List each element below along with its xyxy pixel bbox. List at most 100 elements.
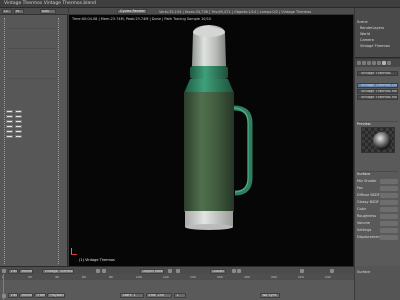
left-header-button-3[interactable]: Add — [40, 9, 56, 14]
object-tab-icon[interactable] — [372, 61, 376, 65]
window-title: Vintage Thermos Vintage Thermos.blend — [4, 1, 97, 6]
frame-tick: 220 — [298, 275, 304, 279]
left-header-button-1[interactable]: Lc — [2, 9, 12, 14]
thermos-neck-band — [190, 66, 228, 79]
snap-icon[interactable] — [300, 269, 304, 273]
frame-tick: 240 — [325, 275, 331, 279]
frame-tick: 180 — [244, 275, 250, 279]
thermos-render[interactable] — [69, 8, 354, 266]
end-frame-field[interactable]: End: 250 — [146, 293, 172, 298]
material-tab-icon[interactable] — [382, 61, 386, 65]
frame-menu[interactable]: Frame — [34, 293, 46, 298]
thumbnail[interactable] — [15, 125, 22, 128]
frame-tick: 160 — [217, 275, 223, 279]
frame-tick: 60 — [82, 275, 86, 279]
outliner-item[interactable]: Camera — [360, 38, 374, 43]
current-frame-field[interactable]: 1 — [174, 293, 186, 298]
frame-tick: 20 — [28, 275, 32, 279]
value-box[interactable] — [380, 235, 398, 240]
surface-section-header[interactable]: Surface — [357, 171, 398, 176]
sync-mode-dropdown[interactable]: No Sync — [260, 293, 280, 298]
editor-type-icon[interactable] — [2, 294, 6, 298]
view-menu[interactable]: View — [8, 268, 18, 274]
active-object-label: (1) Vintage Thermos — [79, 258, 115, 262]
property-field: Fac — [357, 186, 398, 191]
modifier-tab-icon[interactable] — [377, 61, 381, 65]
timeline-ruler[interactable]: 0 20 40 60 80 100 120 140 160 180 200 22… — [0, 274, 354, 280]
value-box[interactable] — [380, 193, 398, 198]
world-tab-icon[interactable] — [367, 61, 371, 65]
outliner-item[interactable]: RenderLayers — [360, 26, 384, 31]
preview-section-header[interactable]: Preview — [357, 121, 398, 126]
value-box[interactable] — [380, 214, 398, 219]
thumbnail[interactable] — [15, 110, 22, 113]
property-field: Roughness — [357, 214, 398, 219]
view-menu[interactable]: View — [8, 293, 18, 298]
marker-menu[interactable]: Marker — [19, 293, 33, 298]
thumbnail[interactable] — [15, 135, 22, 138]
render-preview-icon[interactable] — [330, 269, 334, 273]
value-box[interactable] — [380, 179, 398, 184]
shading-icon[interactable] — [168, 269, 172, 273]
window-titlebar: Vintage Thermos Vintage Thermos.blend — [0, 0, 400, 8]
frame-tick: 80 — [109, 275, 113, 279]
thumbnail[interactable] — [15, 120, 22, 123]
material-slot[interactable]: Vintage Thermos Hand — [357, 95, 398, 100]
property-field: Displacement — [357, 235, 398, 240]
3d-viewport[interactable]: Cycles Render Verts:35,194 | Faces:34,73… — [69, 8, 354, 266]
editor-type-icon[interactable] — [2, 269, 6, 273]
property-field: Diffuse BSDF — [357, 193, 398, 198]
value-box[interactable] — [380, 207, 398, 212]
view-icon[interactable] — [96, 269, 100, 273]
object-mode-dropdown[interactable]: Object Mode — [140, 268, 164, 274]
render-label[interactable]: Vintage Thermos — [42, 268, 74, 274]
thumbnail[interactable] — [6, 125, 13, 128]
thumbnail[interactable] — [15, 130, 22, 133]
value-box[interactable] — [380, 221, 398, 226]
property-field: Color — [357, 207, 398, 212]
axis-x-indicator — [71, 254, 77, 255]
selected-material-field[interactable]: Vintage Thermos — [357, 71, 398, 76]
playback-menu[interactable]: Playback — [47, 293, 65, 298]
left-panel-header: Lc M Add — [0, 8, 68, 15]
viewport-footer-bar: View Marker Vintage Thermos Object Mode … — [0, 266, 354, 274]
select-icon[interactable] — [102, 269, 106, 273]
divider — [8, 48, 56, 49]
left-header-button-2[interactable]: M — [14, 9, 24, 14]
value-box[interactable] — [380, 200, 398, 205]
outliner-item[interactable]: Scene — [357, 20, 368, 25]
value-box[interactable] — [380, 186, 398, 191]
thumbnail[interactable] — [6, 130, 13, 133]
pivot-icon[interactable] — [176, 269, 180, 273]
material-slot[interactable]: Vintage Thermos Green — [357, 83, 398, 88]
thermos-cap-top — [193, 27, 225, 37]
properties-panel-bottom: Surface — [355, 266, 400, 300]
outliner-item[interactable]: World — [360, 32, 370, 37]
material-preview — [361, 127, 395, 153]
property-field: Mix Shader — [357, 179, 398, 184]
thumbnail[interactable] — [6, 110, 13, 113]
timeline-editor[interactable]: 0 20 40 60 80 100 120 140 160 180 200 22… — [0, 274, 354, 300]
layer-icon[interactable] — [232, 269, 236, 273]
render-tab-icon[interactable] — [357, 61, 361, 65]
thumbnail[interactable] — [15, 115, 22, 118]
scene-tab-icon[interactable] — [362, 61, 366, 65]
thumbnail[interactable] — [6, 135, 13, 138]
thermos-shoulder — [184, 79, 234, 93]
value-box[interactable] — [380, 228, 398, 233]
frame-tick: 100 — [136, 275, 142, 279]
orientation-dropdown[interactable]: Global — [210, 268, 226, 274]
layer-icon[interactable] — [237, 269, 241, 273]
panel-ruler-right — [58, 18, 60, 264]
outliner-item[interactable]: Vintage Thermos — [360, 44, 390, 49]
divider — [8, 28, 56, 29]
texture-tab-icon[interactable] — [387, 61, 391, 65]
start-frame-field[interactable]: Start: 1 — [120, 293, 144, 298]
frame-tick: 40 — [55, 275, 59, 279]
material-slot[interactable]: Vintage Thermos Metal — [357, 89, 398, 94]
property-field: Glossy BSDF — [357, 200, 398, 205]
thumbnail[interactable] — [6, 120, 13, 123]
marker-menu[interactable]: Marker — [19, 268, 33, 274]
properties-tabs — [355, 59, 400, 67]
thumbnail[interactable] — [6, 115, 13, 118]
